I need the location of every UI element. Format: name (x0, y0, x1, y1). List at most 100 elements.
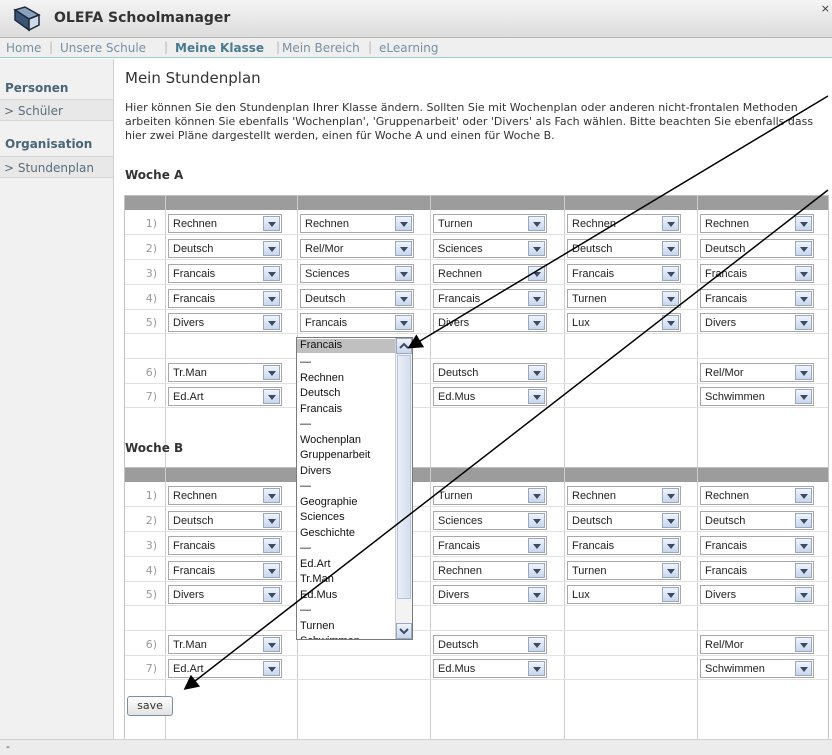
chevron-down-icon[interactable] (263, 315, 280, 330)
dropdown-option[interactable]: Deutsch (300, 387, 340, 401)
dropdown-scrollbar[interactable] (395, 338, 412, 639)
sidebar-item-stundenplan[interactable]: > Stundenplan (0, 156, 113, 178)
nav-home[interactable]: Home (6, 41, 41, 55)
chevron-down-icon[interactable] (263, 216, 280, 231)
chevron-down-icon[interactable] (263, 365, 280, 380)
subject-select[interactable]: Turnen (433, 486, 547, 505)
chevron-down-icon[interactable] (662, 241, 679, 256)
subject-select[interactable]: Francais (700, 289, 814, 308)
subject-select[interactable]: Deutsch (567, 239, 681, 258)
subject-select[interactable]: Deutsch (433, 635, 547, 654)
subject-select[interactable]: Deutsch (567, 511, 681, 530)
subject-select[interactable]: Sciences (433, 239, 547, 258)
chevron-down-icon[interactable] (263, 266, 280, 281)
chevron-down-icon[interactable] (528, 266, 545, 281)
dropdown-option[interactable]: Turnen (300, 620, 334, 634)
subject-select[interactable]: Turnen (433, 214, 547, 233)
subject-select[interactable]: Deutsch (300, 289, 414, 308)
dropdown-option[interactable]: Rechnen (300, 372, 344, 386)
subject-select[interactable]: Rel/Mor (700, 363, 814, 382)
chevron-down-icon[interactable] (795, 315, 812, 330)
chevron-down-icon[interactable] (395, 216, 412, 231)
chevron-down-icon[interactable] (263, 637, 280, 652)
subject-select[interactable]: Sciences (433, 511, 547, 530)
chevron-down-icon[interactable] (528, 513, 545, 528)
chevron-down-icon[interactable] (795, 637, 812, 652)
chevron-down-icon[interactable] (395, 291, 412, 306)
subject-select[interactable]: Deutsch (433, 363, 547, 382)
nav-unsere-schule[interactable]: Unsere Schule (60, 41, 146, 55)
dropdown-option[interactable]: Francais (300, 403, 342, 417)
subject-select[interactable]: Deutsch (168, 239, 282, 258)
nav-meine-klasse[interactable]: Meine Klasse (175, 41, 264, 55)
close-icon[interactable]: × (821, 2, 830, 15)
chevron-down-icon[interactable] (662, 216, 679, 231)
subject-select[interactable]: Lux (567, 313, 681, 332)
subject-dropdown-list[interactable]: Francais — Rechnen Deutsch Francais — Wochenpl… (296, 337, 413, 640)
chevron-down-icon[interactable] (396, 623, 412, 639)
chevron-down-icon[interactable] (395, 315, 412, 330)
dropdown-option[interactable]: Gruppenarbeit (300, 449, 370, 463)
chevron-down-icon[interactable] (528, 365, 545, 380)
subject-select[interactable]: Francais (433, 289, 547, 308)
subject-select[interactable]: Divers (433, 313, 547, 332)
chevron-down-icon[interactable] (795, 291, 812, 306)
chevron-down-icon[interactable] (528, 661, 545, 676)
scrollbar-thumb[interactable] (397, 355, 411, 599)
chevron-down-icon[interactable] (795, 241, 812, 256)
nav-elearning[interactable]: eLearning (379, 41, 438, 55)
dropdown-option[interactable]: Wochenplan (300, 434, 361, 448)
subject-select[interactable]: Rel/Mor (700, 635, 814, 654)
chevron-down-icon[interactable] (795, 266, 812, 281)
chevron-down-icon[interactable] (528, 587, 545, 602)
dropdown-option[interactable]: Schwimmen (300, 635, 360, 639)
chevron-down-icon[interactable] (795, 365, 812, 380)
chevron-down-icon[interactable] (263, 291, 280, 306)
subject-select[interactable]: Francais (433, 536, 547, 555)
chevron-down-icon[interactable] (795, 513, 812, 528)
chevron-down-icon[interactable] (662, 291, 679, 306)
chevron-down-icon[interactable] (662, 563, 679, 578)
chevron-down-icon[interactable] (662, 488, 679, 503)
dropdown-option[interactable]: Geographie (300, 496, 358, 510)
chevron-down-icon[interactable] (795, 216, 812, 231)
chevron-down-icon[interactable] (528, 538, 545, 553)
nav-mein-bereich[interactable]: Mein Bereich (282, 41, 360, 55)
chevron-down-icon[interactable] (263, 241, 280, 256)
dropdown-option[interactable]: Francais (297, 339, 397, 353)
chevron-down-icon[interactable] (795, 587, 812, 602)
save-button[interactable]: save (127, 696, 173, 716)
chevron-up-icon[interactable] (396, 338, 412, 354)
dropdown-option[interactable]: Ed.Mus (300, 589, 337, 603)
sidebar-item-schueler[interactable]: > Schüler (0, 99, 113, 121)
chevron-down-icon[interactable] (395, 266, 412, 281)
subject-select[interactable]: Francais (700, 561, 814, 580)
subject-select[interactable]: Rechnen (567, 486, 681, 505)
dropdown-option[interactable]: Geschichte (300, 527, 355, 541)
subject-select[interactable]: Rechnen (700, 486, 814, 505)
chevron-down-icon[interactable] (263, 563, 280, 578)
subject-select[interactable]: Rechnen (433, 264, 547, 283)
chevron-down-icon[interactable] (263, 389, 280, 404)
subject-select[interactable]: Francais (700, 264, 814, 283)
subject-select[interactable]: Francais (168, 289, 282, 308)
chevron-down-icon[interactable] (662, 538, 679, 553)
subject-select[interactable]: Rechnen (300, 214, 414, 233)
subject-select[interactable]: Rechnen (567, 214, 681, 233)
subject-select[interactable]: Francais (168, 536, 282, 555)
subject-select[interactable]: Divers (168, 585, 282, 604)
dropdown-option[interactable]: Tr.Man (300, 573, 334, 587)
subject-select[interactable]: Turnen (567, 289, 681, 308)
subject-select[interactable]: Tr.Man (168, 363, 282, 382)
chevron-down-icon[interactable] (263, 513, 280, 528)
chevron-down-icon[interactable] (662, 587, 679, 602)
subject-select[interactable]: Rechnen (168, 214, 282, 233)
subject-select[interactable]: Deutsch (700, 511, 814, 530)
subject-select[interactable]: Francais (567, 536, 681, 555)
chevron-down-icon[interactable] (662, 513, 679, 528)
subject-select[interactable]: Ed.Mus (433, 387, 547, 406)
subject-select[interactable]: Rechnen (433, 561, 547, 580)
subject-select[interactable]: Ed.Mus (433, 659, 547, 678)
chevron-down-icon[interactable] (395, 241, 412, 256)
subject-select[interactable]: Francais (300, 313, 414, 332)
